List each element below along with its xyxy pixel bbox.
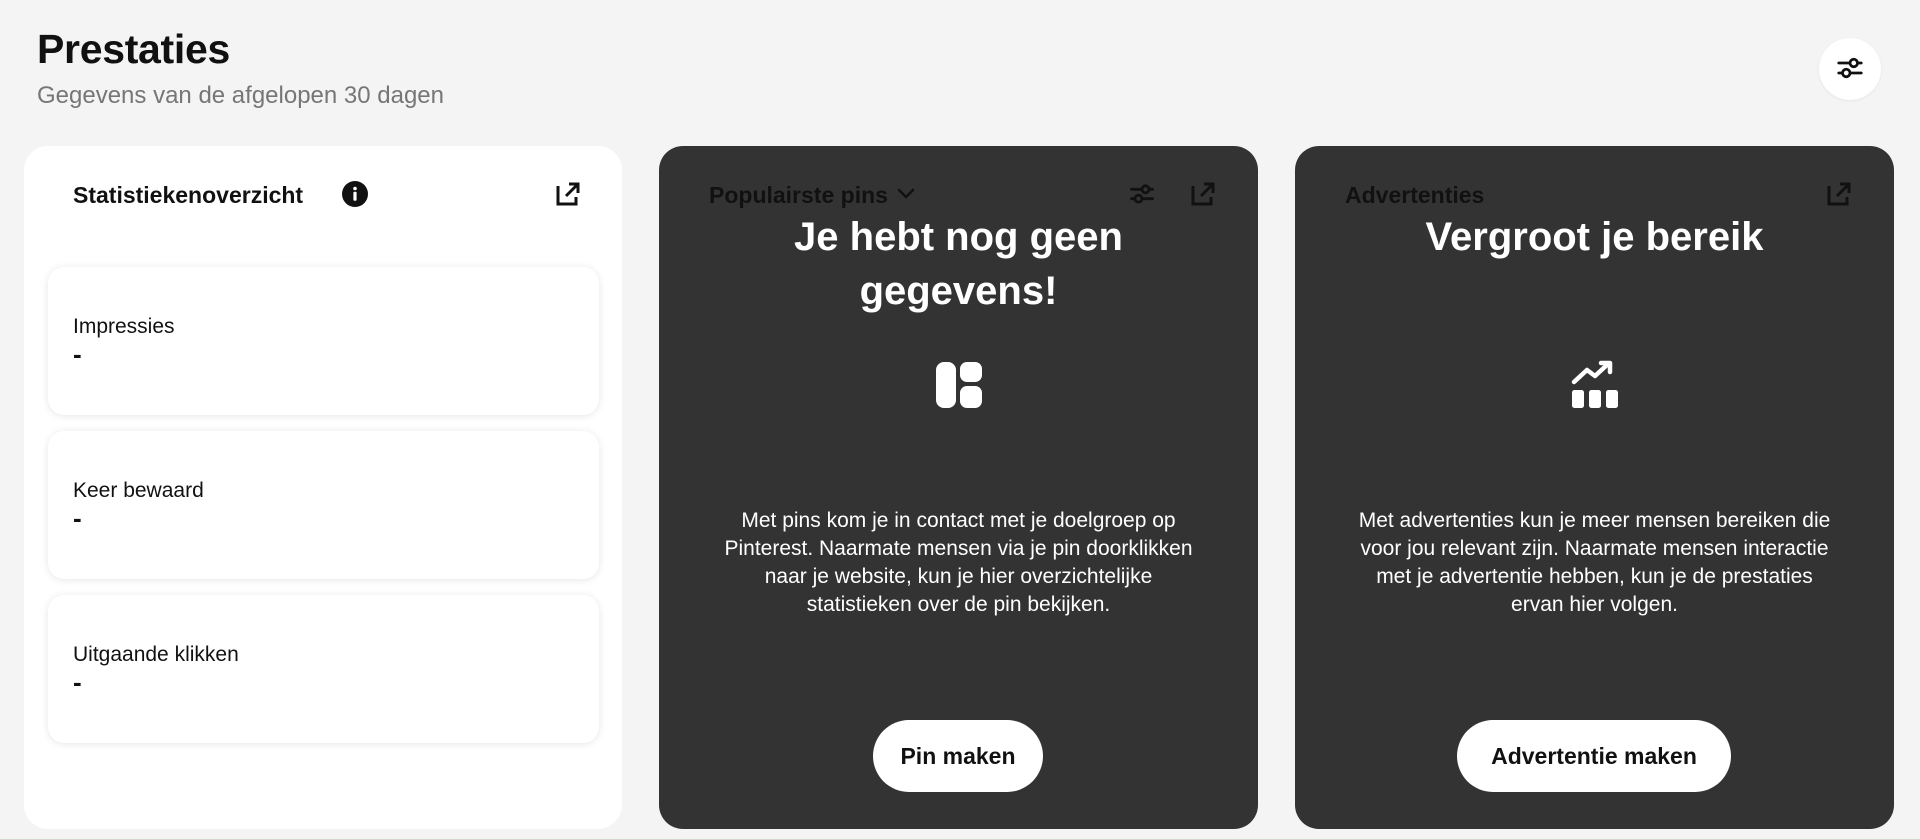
stat-card-saves[interactable]: Keer bewaard - [48,431,599,579]
popular-pins-card: Populairste pins Je hebt nog geen gegeve… [659,146,1258,829]
page-subtitle: Gegevens van de afgelopen 30 dagen [37,82,445,109]
growth-chart-icon [1570,360,1620,410]
stat-label: Uitgaande klikken [73,643,239,666]
stat-card-outbound-clicks[interactable]: Uitgaande klikken - [48,595,599,743]
pin-layout-icon [934,360,984,410]
stat-card-impressions[interactable]: Impressies - [48,267,599,415]
stats-overview-card: Statistiekenoverzicht Impressies - Keer … [24,146,622,829]
pins-headline: Je hebt nog geen gegevens! [794,215,1123,313]
filter-sliders-icon [1835,53,1865,86]
info-icon[interactable] [341,180,369,208]
stat-label: Impressies [73,315,175,338]
open-external-icon[interactable] [1825,180,1853,208]
ads-title: Advertenties [1345,182,1485,208]
open-external-icon[interactable] [1189,180,1217,208]
create-ad-button[interactable]: Advertentie maken [1457,720,1731,792]
filter-sliders-icon[interactable] [1128,180,1156,208]
open-external-icon[interactable] [554,180,582,208]
chevron-down-icon [896,182,916,209]
ads-description: Met advertenties kun je meer mensen bere… [1358,509,1831,616]
stat-value: - [73,503,82,533]
page-title: Prestaties [37,26,231,72]
stat-value: - [73,667,82,697]
ads-headline: Vergroot je bereik [1425,215,1764,259]
ads-card: Advertenties Vergroot je bereik Met adve… [1295,146,1894,829]
popular-pins-dropdown[interactable]: Populairste pins [709,182,916,209]
pins-description: Met pins kom je in contact met je doelgr… [724,509,1193,616]
stats-overview-title: Statistiekenoverzicht [73,182,304,208]
stat-value: - [73,339,82,369]
filter-button[interactable] [1819,38,1881,100]
popular-pins-title: Populairste pins [709,182,888,208]
create-pin-button[interactable]: Pin maken [873,720,1043,792]
stat-label: Keer bewaard [73,479,204,502]
